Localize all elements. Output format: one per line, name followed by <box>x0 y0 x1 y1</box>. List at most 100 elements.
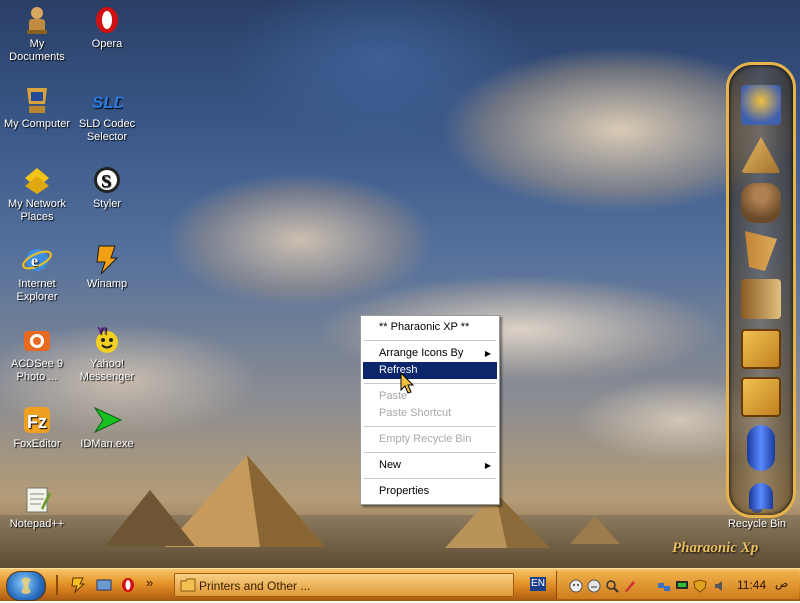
menu-separator <box>364 452 496 453</box>
submenu-arrow-icon: ▶ <box>484 461 491 470</box>
desktop-icon-yahoo-messenger[interactable]: Y! Yahoo! Messenger <box>70 324 144 384</box>
desktop-context-menu: ** Pharaonic XP ** Arrange Icons By ▶ Ref… <box>360 315 500 505</box>
start-orb-icon <box>21 577 31 594</box>
desktop-icon-label: Yahoo! Messenger <box>79 358 135 383</box>
menu-item-new[interactable]: New ▶ <box>363 457 497 474</box>
menu-separator <box>364 383 496 384</box>
tray-monitor-icon[interactable] <box>675 579 689 593</box>
registry-tool-icon[interactable] <box>741 377 781 417</box>
menu-item-refresh[interactable]: Refresh <box>363 362 497 379</box>
desktop-icon-label: Opera <box>91 38 123 50</box>
system-tray: 11:44 ص <box>556 571 799 599</box>
my-documents-icon <box>27 7 47 34</box>
tray-search-icon[interactable] <box>605 579 619 593</box>
desktop-icon-label: Recycle Bin <box>727 518 787 530</box>
menu-item-label: Arrange Icons By <box>379 347 464 359</box>
desktop-icon-winamp[interactable]: Winamp <box>70 244 144 291</box>
tray-smiley-icon[interactable] <box>569 579 583 593</box>
menu-item-label: New <box>379 459 402 471</box>
submenu-arrow-icon: ▶ <box>484 349 491 358</box>
desktop-icon-my-computer[interactable]: My Computer <box>0 84 74 131</box>
network-places-icon <box>25 168 49 194</box>
taskbar-button-printers[interactable]: Printers and Other ... <box>174 573 514 597</box>
desktop-icon-label: My Documents <box>9 38 65 63</box>
clock-am-pm: ص <box>775 578 789 590</box>
menu-item-pharaonic-xp[interactable]: ** Pharaonic XP ** <box>363 319 497 336</box>
svg-text:e: e <box>31 253 38 270</box>
desktop-background[interactable]: My Documents My Computer My Network Plac… <box>0 0 800 568</box>
desktop-icon-sld-codec[interactable]: SLD SLD Codec Selector <box>70 84 144 144</box>
svg-text:Fz: Fz <box>27 412 47 432</box>
desktop-icon-opera[interactable]: Opera <box>70 4 144 51</box>
folder-icon <box>180 578 196 592</box>
quick-launch-overflow-icon[interactable]: » <box>146 575 153 590</box>
yahoo-messenger-icon: Y! <box>96 326 118 353</box>
menu-separator <box>364 478 496 479</box>
menu-item-paste[interactable]: Paste <box>363 388 497 405</box>
desktop-icon-network-places[interactable]: My Network Places <box>0 164 74 224</box>
tray-network-icon[interactable] <box>657 579 671 593</box>
pharaonic-logo-text: Pharaonic Xp <box>672 540 759 556</box>
acdsee-icon <box>24 331 50 351</box>
styler-icon: S <box>94 167 120 193</box>
menu-item-properties[interactable]: Properties <box>363 483 497 500</box>
quick-launch-winamp-icon[interactable] <box>70 577 86 593</box>
mouse-cursor-icon <box>400 372 414 394</box>
capsule-bottom-icon[interactable] <box>749 483 773 509</box>
svg-text:Y!: Y! <box>97 326 107 337</box>
opera-icon <box>96 7 118 33</box>
tray-pen-icon[interactable] <box>623 579 637 593</box>
menu-item-empty-recycle-bin[interactable]: Empty Recycle Bin <box>363 431 497 448</box>
svg-text:S: S <box>101 171 111 191</box>
winamp-icon <box>96 245 119 275</box>
capsule-icon[interactable] <box>747 425 775 471</box>
desktop-icon-label: ACDSee 9 Photo ... <box>11 358 63 383</box>
desktop-icon-label: SLD Codec Selector <box>78 118 136 143</box>
desktop-icon-styler[interactable]: S Styler <box>70 164 144 211</box>
idman-icon <box>93 406 123 434</box>
tray-volume-icon[interactable] <box>713 579 727 593</box>
menu-item-label: ** Pharaonic XP ** <box>379 321 470 333</box>
pharaoh-mask-icon[interactable] <box>741 85 781 125</box>
desktop-icon-my-documents[interactable]: My Documents <box>0 4 74 64</box>
desktop-icon-acdsee[interactable]: ACDSee 9 Photo ... <box>0 324 74 384</box>
svg-text:SLD: SLD <box>92 93 123 112</box>
desktop-icon-idman[interactable]: IDMan.exe <box>70 404 144 451</box>
sld-codec-icon: SLD <box>92 93 123 112</box>
internet-explorer-icon: e <box>22 249 52 271</box>
menu-item-label: Empty Recycle Bin <box>379 433 472 445</box>
tray-shield-icon[interactable] <box>693 579 707 593</box>
taskbar-button-label: Printers and Other ... <box>199 579 311 593</box>
scribe-statue-icon[interactable] <box>741 183 781 223</box>
side-dock <box>726 62 796 518</box>
desktop-icon-label: My Computer <box>3 118 71 130</box>
foxeditor-icon: Fz <box>24 407 50 433</box>
pyramids-icon[interactable] <box>741 137 781 173</box>
desktop-icon-label: Styler <box>92 198 122 210</box>
clock-time[interactable]: 11:44 <box>737 578 766 592</box>
menu-separator <box>364 426 496 427</box>
desktop-icon-label: My Network Places <box>7 198 67 223</box>
menu-item-label: Properties <box>379 485 430 497</box>
desktop-icon-label: Winamp <box>86 278 128 290</box>
desktop-icon-internet-explorer[interactable]: e Internet Explorer <box>0 244 74 304</box>
menu-separator <box>364 340 496 341</box>
menu-item-arrange-icons-by[interactable]: Arrange Icons By ▶ <box>363 345 497 362</box>
taskbar-separator <box>56 575 58 595</box>
quick-launch-opera-icon[interactable] <box>120 577 136 593</box>
tray-messenger-icon[interactable] <box>587 579 601 593</box>
desktop-icon-foxeditor[interactable]: Fz FoxEditor <box>0 404 74 451</box>
tools-icon[interactable] <box>741 329 781 369</box>
my-computer-icon <box>27 88 47 113</box>
small-pyramid-left <box>105 490 195 546</box>
notepadpp-icon <box>26 487 51 513</box>
language-indicator[interactable]: EN <box>530 577 546 591</box>
pharaonic-logo: Pharaonic Xp <box>672 540 772 564</box>
harp-icon[interactable] <box>745 231 777 271</box>
book-icon[interactable] <box>741 279 781 319</box>
start-button[interactable] <box>6 571 46 601</box>
taskbar: » Printers and Other ... EN 11:44 ص <box>0 568 800 601</box>
quick-launch-desktop-icon[interactable] <box>96 577 112 593</box>
menu-item-paste-shortcut[interactable]: Paste Shortcut <box>363 405 497 422</box>
desktop-icon-notepadpp[interactable]: Notepad++ <box>0 484 74 531</box>
